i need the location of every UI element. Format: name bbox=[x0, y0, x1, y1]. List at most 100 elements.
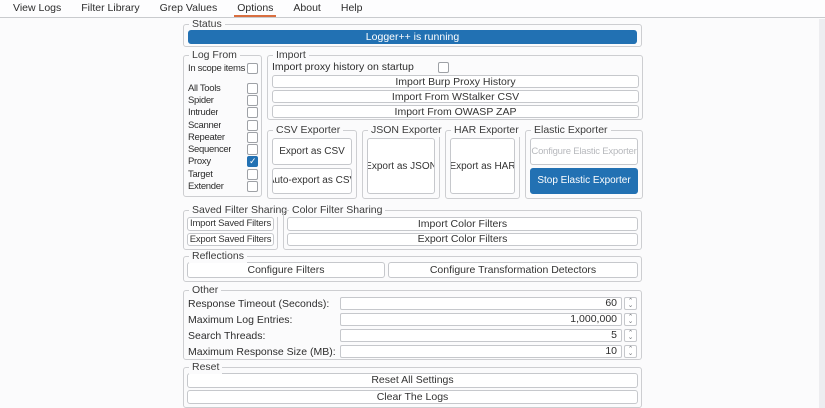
menu-options[interactable]: Options bbox=[234, 0, 276, 17]
target-label: Target bbox=[188, 169, 213, 180]
spinner-down-icon[interactable]: ⌄ bbox=[628, 336, 634, 340]
export-saved-filters-button[interactable]: Export Saved Filters bbox=[187, 233, 274, 247]
import-wstalker-csv-button[interactable]: Import From WStalker CSV bbox=[272, 90, 639, 103]
elastic-exporter-group: Elastic Exporter Configure Elastic Expor… bbox=[525, 130, 643, 199]
har-exporter-group: HAR Exporter Export as HAR bbox=[445, 130, 520, 199]
menu-help[interactable]: Help bbox=[338, 0, 366, 17]
configure-filters-button[interactable]: Configure Filters bbox=[187, 262, 385, 278]
other-group-label: Other bbox=[189, 284, 221, 297]
intruder-checkbox[interactable] bbox=[247, 107, 258, 118]
scanner-checkbox[interactable] bbox=[247, 120, 258, 131]
stop-elastic-exporter-button[interactable]: Stop Elastic Exporter bbox=[530, 168, 638, 195]
repeater-checkbox[interactable] bbox=[247, 132, 258, 143]
import-group-label: Import bbox=[273, 49, 309, 62]
target-checkbox[interactable] bbox=[247, 169, 258, 180]
setting-row-response-timeout: Response Timeout (Seconds): 60 ⌃⌄ bbox=[188, 297, 637, 310]
json-exporter-group-label: JSON Exporter bbox=[368, 124, 445, 137]
spinner-down-icon[interactable]: ⌄ bbox=[628, 352, 634, 356]
startup-row: Import proxy history on startup bbox=[272, 61, 639, 73]
csv-exporter-group-label: CSV Exporter bbox=[273, 124, 343, 137]
export-as-csv-button[interactable]: Export as CSV bbox=[272, 138, 352, 165]
menu-filter-library[interactable]: Filter Library bbox=[78, 0, 142, 17]
reset-all-settings-button[interactable]: Reset All Settings bbox=[187, 373, 638, 388]
tool-row: Scanner bbox=[188, 119, 258, 131]
export-color-filters-button[interactable]: Export Color Filters bbox=[287, 233, 638, 247]
scanner-label: Scanner bbox=[188, 120, 221, 131]
log-from-group-label: Log From bbox=[189, 49, 240, 62]
import-owasp-zap-button[interactable]: Import From OWASP ZAP bbox=[272, 105, 639, 118]
spinner-down-icon[interactable]: ⌄ bbox=[628, 320, 634, 324]
setting-row-max-log-entries: Maximum Log Entries: 1,000,000 ⌃⌄ bbox=[188, 313, 637, 326]
export-as-har-button[interactable]: Export as HAR bbox=[450, 138, 515, 194]
reset-group: Reset Reset All Settings Clear The Logs bbox=[183, 367, 642, 408]
max-response-size-input[interactable]: 10 bbox=[340, 345, 622, 358]
status-group: Status Logger++ is running bbox=[183, 24, 642, 47]
log-from-group: Log From In scope items only All Tools S… bbox=[183, 55, 262, 197]
sequencer-checkbox[interactable] bbox=[247, 144, 258, 155]
color-filter-sharing-group-label: Color Filter Sharing bbox=[289, 204, 385, 217]
other-settings-group: Other Response Timeout (Seconds): 60 ⌃⌄ … bbox=[183, 290, 642, 360]
menu-about[interactable]: About bbox=[290, 0, 323, 17]
max-log-entries-label: Maximum Log Entries: bbox=[188, 314, 340, 326]
scope-label: In scope items only bbox=[188, 63, 247, 74]
tool-row: Extender bbox=[188, 180, 258, 192]
saved-filter-sharing-group-label: Saved Filter Sharing bbox=[189, 204, 290, 217]
sequencer-label: Sequencer bbox=[188, 144, 231, 155]
tool-row: Proxy bbox=[188, 156, 258, 168]
tool-row: Sequencer bbox=[188, 143, 258, 155]
response-timeout-spinner[interactable]: ⌃⌄ bbox=[624, 297, 637, 310]
proxy-label: Proxy bbox=[188, 156, 211, 167]
color-filter-sharing-group: Color Filter Sharing Import Color Filter… bbox=[283, 210, 642, 250]
repeater-label: Repeater bbox=[188, 132, 225, 143]
import-color-filters-button[interactable]: Import Color Filters bbox=[287, 217, 638, 231]
configure-transformation-detectors-button[interactable]: Configure Transformation Detectors bbox=[388, 262, 638, 278]
proxy-checkbox[interactable] bbox=[247, 156, 258, 167]
reflections-group-label: Reflections bbox=[189, 250, 247, 263]
scope-checkbox[interactable] bbox=[247, 63, 258, 74]
tool-row: Spider bbox=[188, 94, 258, 106]
menu-view-logs[interactable]: View Logs bbox=[10, 0, 64, 17]
elastic-exporter-group-label: Elastic Exporter bbox=[531, 124, 611, 137]
max-log-entries-spinner[interactable]: ⌃⌄ bbox=[624, 313, 637, 326]
csv-exporter-group: CSV Exporter Export as CSV Auto-export a… bbox=[267, 130, 357, 199]
search-threads-label: Search Threads: bbox=[188, 330, 340, 342]
tool-row: Repeater bbox=[188, 131, 258, 143]
intruder-label: Intruder bbox=[188, 107, 218, 118]
extender-checkbox[interactable] bbox=[247, 181, 258, 192]
all-tools-label: All Tools bbox=[188, 83, 221, 94]
all-tools-checkbox[interactable] bbox=[247, 83, 258, 94]
startup-import-checkbox[interactable] bbox=[438, 62, 449, 73]
import-saved-filters-button[interactable]: Import Saved Filters bbox=[187, 217, 274, 231]
har-exporter-group-label: HAR Exporter bbox=[451, 124, 522, 137]
extender-label: Extender bbox=[188, 181, 224, 192]
spinner-down-icon[interactable]: ⌄ bbox=[628, 304, 634, 308]
reset-group-label: Reset bbox=[189, 361, 222, 374]
export-as-json-button[interactable]: Export as JSON bbox=[367, 138, 435, 194]
max-response-size-label: Maximum Response Size (MB): bbox=[188, 346, 340, 358]
logger-plus-plus-options-panel: View Logs Filter Library Grep Values Opt… bbox=[0, 0, 825, 408]
max-response-size-spinner[interactable]: ⌃⌄ bbox=[624, 345, 637, 358]
status-running-button[interactable]: Logger++ is running bbox=[188, 30, 637, 44]
import-group: Import Import proxy history on startup I… bbox=[267, 55, 643, 120]
spider-label: Spider bbox=[188, 95, 214, 106]
menu-grep-values[interactable]: Grep Values bbox=[157, 0, 221, 17]
reflections-group: Reflections Configure Filters Configure … bbox=[183, 256, 642, 282]
setting-row-search-threads: Search Threads: 5 ⌃⌄ bbox=[188, 329, 637, 342]
import-burp-proxy-history-button[interactable]: Import Burp Proxy History bbox=[272, 75, 639, 88]
response-timeout-input[interactable]: 60 bbox=[340, 297, 622, 310]
search-threads-input[interactable]: 5 bbox=[340, 329, 622, 342]
setting-row-max-response-size: Maximum Response Size (MB): 10 ⌃⌄ bbox=[188, 345, 637, 358]
configure-elastic-exporter-button: Configure Elastic Exporter bbox=[530, 138, 638, 165]
menu-bar: View Logs Filter Library Grep Values Opt… bbox=[0, 0, 825, 18]
search-threads-spinner[interactable]: ⌃⌄ bbox=[624, 329, 637, 342]
tool-row: Intruder bbox=[188, 107, 258, 119]
clear-the-logs-button[interactable]: Clear The Logs bbox=[187, 390, 638, 405]
max-log-entries-input[interactable]: 1,000,000 bbox=[340, 313, 622, 326]
scope-row: In scope items only bbox=[188, 62, 258, 75]
vertical-scrollbar[interactable] bbox=[819, 19, 825, 408]
spider-checkbox[interactable] bbox=[247, 95, 258, 106]
startup-import-label: Import proxy history on startup bbox=[272, 61, 414, 73]
auto-export-as-csv-button[interactable]: Auto-export as CSV bbox=[272, 168, 352, 195]
saved-filter-sharing-group: Saved Filter Sharing Import Saved Filter… bbox=[183, 210, 278, 250]
response-timeout-label: Response Timeout (Seconds): bbox=[188, 298, 340, 310]
